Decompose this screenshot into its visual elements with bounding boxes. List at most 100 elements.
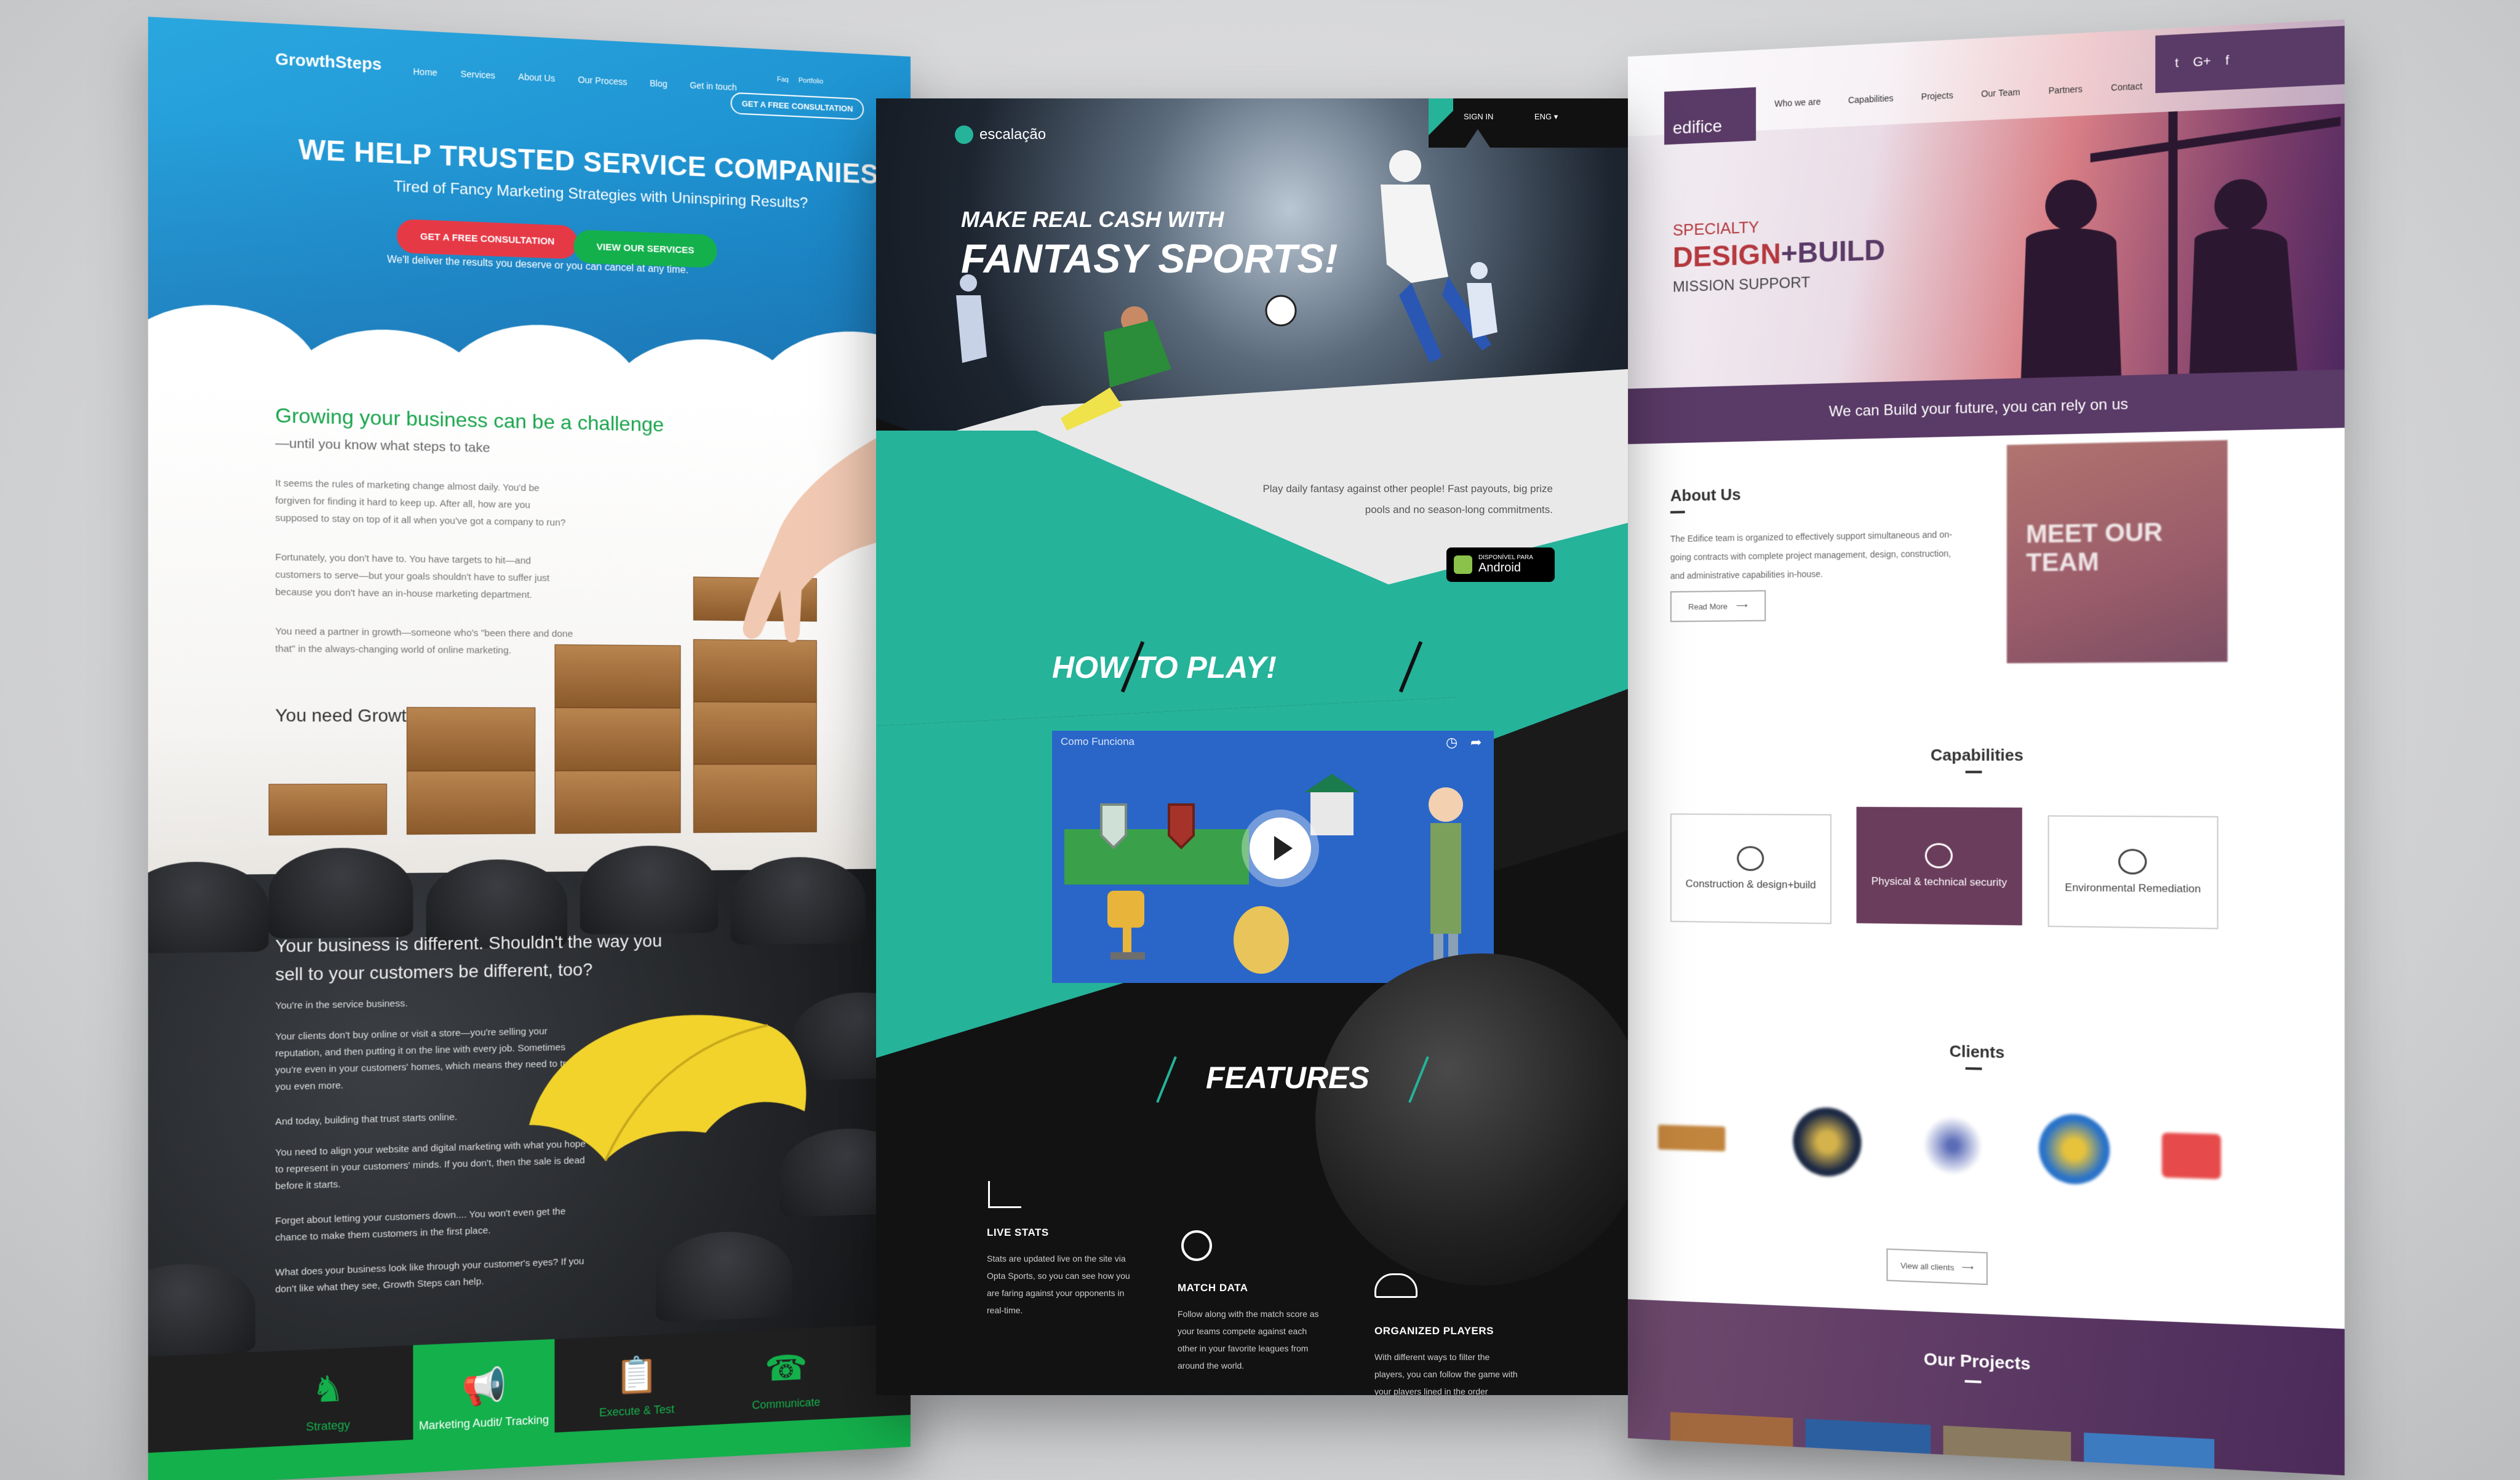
nav-home[interactable]: Home — [413, 66, 437, 78]
nav-contact[interactable]: Get in touch — [690, 80, 736, 92]
hand-image — [674, 432, 877, 672]
clients-underline — [1966, 1067, 1982, 1070]
projects-underline — [1965, 1380, 1982, 1383]
escalacao-site: SIGN IN ENG ▾ escalação MAKE REAL CASH W… — [876, 98, 1628, 1395]
google-plus-icon[interactable]: G+ — [2193, 54, 2211, 70]
project-thumbnail[interactable] — [1805, 1418, 1930, 1463]
consultation-button[interactable]: GET A FREE CONSULTATION — [397, 219, 578, 260]
hero-section: GrowthSteps Faq Portfolio Home Services … — [148, 17, 911, 401]
nav-about[interactable]: About Us — [518, 71, 555, 83]
feature-text: Stats are updated live on the site via O… — [987, 1250, 1134, 1319]
feature-text: Follow along with the match score as you… — [1178, 1305, 1325, 1374]
megaphone-icon: 📢 — [462, 1364, 507, 1408]
capabilities-title: Capabilities — [1628, 746, 2345, 766]
feature-strategy[interactable]: ♞ Strategy — [255, 1346, 400, 1455]
site-logo[interactable]: escalação — [955, 125, 1046, 144]
play-button[interactable] — [1242, 810, 1319, 887]
arrow-right-icon: ⟶ — [1736, 601, 1748, 611]
feature-title: ORGANIZED PLAYERS — [1374, 1323, 1522, 1340]
difference-paragraph: Forget about letting your customers down… — [275, 1203, 586, 1246]
clock-icon[interactable]: ◷ — [1446, 734, 1457, 750]
nav-services[interactable]: Services — [461, 69, 495, 81]
feature-title: MATCH DATA — [1178, 1279, 1325, 1297]
top-link-faq[interactable]: Faq — [777, 76, 789, 84]
top-links: Faq Portfolio — [777, 76, 823, 86]
feature-label: Execute & Test — [599, 1402, 674, 1419]
feature-marketing-audit[interactable]: 📢 Marketing Audit/ Tracking — [413, 1339, 554, 1457]
soccer-ball-image — [1315, 953, 1628, 1286]
video-title: Como Funciona — [1061, 736, 1134, 748]
how-it-works-video[interactable]: Como Funciona ◷ ➦ — [1052, 731, 1494, 983]
site-logo[interactable]: edifice — [1664, 87, 1756, 145]
project-thumbnail[interactable] — [2084, 1433, 2214, 1476]
capability-environmental[interactable]: Environmental Remediation — [2048, 815, 2219, 929]
feature-match-data: MATCH DATA Follow along with the match s… — [1178, 1279, 1325, 1374]
nav-consultation-button[interactable]: GET A FREE CONSULTATION — [730, 92, 864, 121]
nav-our-team[interactable]: Our Team — [1981, 87, 2020, 98]
about-underline — [1670, 511, 1685, 513]
leaf-icon — [2118, 849, 2147, 875]
clients-title: Clients — [1628, 1035, 2345, 1070]
top-link-portfolio[interactable]: Portfolio — [799, 77, 823, 86]
sign-in-link[interactable]: SIGN IN — [1464, 112, 1493, 121]
main-nav: Home Services About Us Our Process Blog … — [413, 66, 736, 92]
meet-team-image[interactable]: MEET OUR TEAM — [2007, 440, 2228, 663]
nav-blog[interactable]: Blog — [650, 78, 668, 89]
feature-execute-test[interactable]: 📋 Execute & Test — [567, 1332, 706, 1439]
client-logo — [1918, 1110, 1987, 1182]
feature-communicate[interactable]: ☎ Communicate — [718, 1326, 853, 1432]
nav-capabilities[interactable]: Capabilities — [1848, 93, 1894, 105]
capability-label: Physical & technical security — [1872, 875, 2008, 889]
android-big-label: Android — [1478, 561, 1533, 575]
project-thumbnail[interactable] — [1944, 1426, 2071, 1470]
projects-title: Our Projects — [1628, 1336, 2345, 1388]
client-logo — [1793, 1107, 1861, 1177]
share-icon[interactable]: ➦ — [1470, 734, 1481, 750]
android-store-button[interactable]: DISPONÍVEL PARA Android — [1446, 547, 1555, 582]
site-logo[interactable]: GrowthSteps — [275, 49, 381, 74]
social-links: t G+ f — [2155, 26, 2345, 93]
hero-section: edifice Who we are Capabilities Projects… — [1628, 19, 2345, 426]
hero-build: +BUILD — [1781, 233, 1885, 269]
capability-label: Environmental Remediation — [2065, 881, 2201, 896]
read-more-button[interactable]: Read More ⟶ — [1670, 590, 1766, 622]
capabilities-underline — [1966, 771, 1982, 773]
capability-construction[interactable]: Construction & design+build — [1670, 813, 1832, 924]
signin-bar — [1429, 98, 1628, 148]
android-small-label: DISPONÍVEL PARA — [1478, 554, 1533, 561]
about-title: About Us — [1670, 485, 1741, 505]
workers-silhouette-image — [1975, 104, 2340, 418]
bar-chart-icon — [988, 1181, 1021, 1208]
hero-specialty: SPECIALTY — [1673, 218, 1759, 241]
play-icon — [1274, 836, 1293, 861]
logo-mark-icon — [955, 125, 973, 144]
view-all-label: View all clients — [1900, 1260, 1954, 1272]
view-all-clients-button[interactable]: View all clients ⟶ — [1886, 1249, 1987, 1285]
capability-label: Construction & design+build — [1686, 878, 1816, 891]
yellow-umbrella-image — [516, 1000, 811, 1195]
nav-process[interactable]: Our Process — [578, 74, 627, 87]
android-icon — [1454, 555, 1472, 574]
arrow-right-icon: ⟶ — [1962, 1263, 1974, 1273]
nav-projects[interactable]: Projects — [1921, 90, 1953, 101]
refresh-icon — [1181, 1230, 1212, 1261]
hero-design: DESIGN — [1673, 237, 1781, 274]
challenge-title: Growing your business can be a challenge — [275, 404, 664, 436]
read-more-label: Read More — [1688, 602, 1728, 611]
phone-icon: ☎ — [765, 1347, 808, 1390]
feature-text: With different ways to filter the player… — [1374, 1348, 1522, 1395]
feature-organized-players: ORGANIZED PLAYERS With different ways to… — [1374, 1323, 1522, 1395]
difference-paragraph: What does your business look like throug… — [275, 1253, 586, 1298]
twitter-icon[interactable]: t — [2175, 56, 2179, 71]
language-select[interactable]: ENG ▾ — [1534, 112, 1558, 122]
edifice-site: edifice Who we are Capabilities Projects… — [1628, 19, 2345, 1475]
hero-description: Play daily fantasy against other people!… — [1258, 479, 1553, 520]
facebook-icon[interactable]: f — [2225, 54, 2229, 68]
hero-headline-line1: MAKE REAL CASH WITH — [961, 207, 1224, 233]
capability-security[interactable]: Physical & technical security — [1856, 807, 2022, 926]
clipboard-icon: 📋 — [615, 1353, 658, 1397]
nav-contact[interactable]: Contact — [2111, 81, 2142, 93]
features-title: FEATURES — [1206, 1060, 1370, 1096]
nav-partners[interactable]: Partners — [2048, 84, 2082, 95]
growthsteps-site: GrowthSteps Faq Portfolio Home Services … — [148, 17, 911, 1480]
